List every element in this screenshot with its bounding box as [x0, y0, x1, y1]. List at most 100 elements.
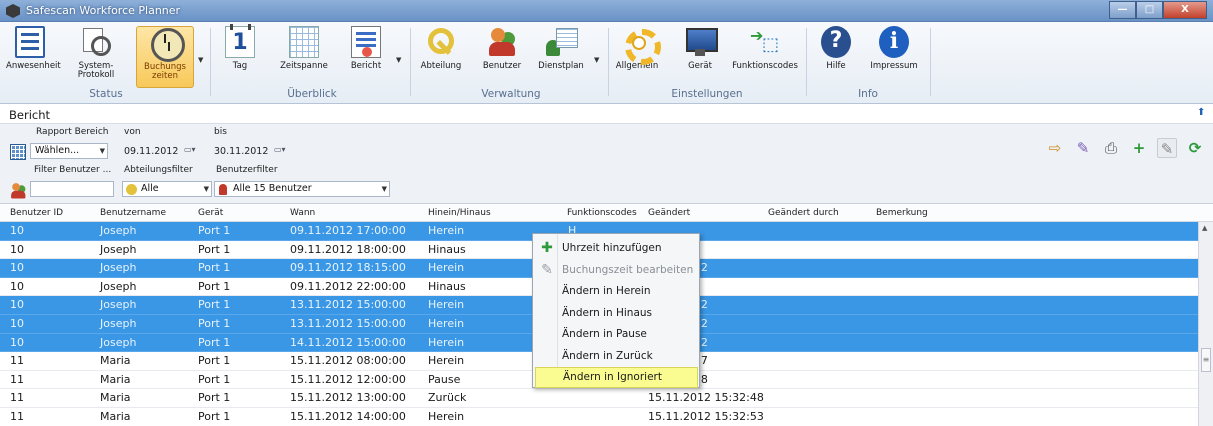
- vertical-scrollbar[interactable]: ▲ ≡: [1198, 222, 1213, 426]
- cell-when: 15.11.2012 13:00:00: [290, 391, 406, 405]
- filter-user-label: Filter Benutzer ...: [34, 165, 112, 175]
- ribbon-label: Buchungs zeiten: [144, 62, 186, 81]
- rapport-select[interactable]: Wählen... ▼: [30, 143, 108, 159]
- report-toolbar: ⇨ ✎ ⎙ + ✎ ⟳: [1045, 138, 1205, 158]
- group-label-info: Info: [858, 88, 878, 100]
- scroll-thumb[interactable]: ≡: [1201, 348, 1211, 372]
- rapport-label: Rapport Bereich: [36, 127, 109, 137]
- cell-device: Port 1: [198, 391, 231, 405]
- list-icon: [15, 26, 45, 58]
- bis-date-field[interactable]: 30.11.2012: [214, 146, 268, 157]
- cell-inout: Herein: [428, 335, 465, 349]
- ribbon-button-geraet[interactable]: Gerät: [680, 26, 720, 88]
- pdf-icon[interactable]: ✎: [1073, 138, 1093, 158]
- benutzer-select[interactable]: Alle 15 Benutzer ▼: [214, 181, 390, 197]
- bis-label: bis: [214, 127, 227, 137]
- dropdown-arrow-icon[interactable]: ▼: [396, 56, 401, 64]
- ribbon-label: Abteilung: [420, 61, 462, 71]
- context-menu-item[interactable]: ✎ Buchungszeit bearbeiten: [535, 260, 698, 281]
- ribbon-button-tag[interactable]: Tag: [220, 24, 260, 88]
- ribbon-button-buchungszeiten[interactable]: Buchungs zeiten: [136, 26, 194, 88]
- gear-icon: [622, 26, 661, 65]
- cell-device: Port 1: [198, 372, 231, 386]
- export-icon[interactable]: ⇨: [1045, 138, 1065, 158]
- ribbon-button-dienstplan[interactable]: Dienstplan: [536, 26, 586, 88]
- table-row[interactable]: 11 Maria Port 1 15.11.2012 13:00:00 Zurück 15…: [0, 389, 1198, 408]
- abteilung-select[interactable]: Alle ▼: [122, 181, 212, 197]
- codes-icon: [750, 26, 780, 58]
- column-header[interactable]: Hinein/Hinaus: [428, 208, 491, 218]
- ribbon-button-system-protokoll[interactable]: System- Protokoll: [72, 26, 120, 88]
- ribbon-label: Zeitspanne: [280, 61, 328, 71]
- collapse-icon[interactable]: ⬆: [1197, 108, 1209, 120]
- minimize-button[interactable]: —: [1109, 1, 1136, 19]
- cell-when: 13.11.2012 15:00:00: [290, 317, 406, 330]
- context-menu-item[interactable]: Ändern in Zurück: [535, 346, 698, 367]
- print-icon[interactable]: ⎙: [1101, 138, 1121, 158]
- edit-icon: ✎: [541, 261, 553, 278]
- rapport-value: Wählen...: [35, 145, 80, 156]
- ribbon-button-benutzer[interactable]: Benutzer: [480, 26, 524, 88]
- ribbon-button-anwesenheit[interactable]: Anwesenheit: [6, 26, 61, 88]
- column-header[interactable]: Funktionscodes: [567, 208, 637, 218]
- bis-date-picker-icon[interactable]: ▭▾: [274, 142, 290, 158]
- column-header[interactable]: Benutzername: [100, 208, 166, 218]
- cell-when: 09.11.2012 18:00:00: [290, 242, 406, 256]
- column-header[interactable]: Wann: [290, 208, 315, 218]
- cell-when: 15.11.2012 08:00:00: [290, 354, 406, 368]
- cell-device: Port 1: [198, 335, 231, 349]
- edit-icon[interactable]: ✎: [1157, 138, 1177, 158]
- close-button[interactable]: X: [1163, 1, 1207, 19]
- ribbon-button-impressum[interactable]: i Impressum: [866, 26, 922, 88]
- cell-changed: 15.11.2012 15:32:48: [648, 391, 764, 405]
- filter-user-input[interactable]: [30, 181, 114, 197]
- column-header[interactable]: Geändert durch: [768, 208, 839, 218]
- window-title: Safescan Workforce Planner: [26, 4, 181, 17]
- context-menu-label: Ändern in Ignoriert: [563, 371, 662, 383]
- ribbon-button-zeitspanne[interactable]: Zeitspanne: [276, 26, 332, 88]
- cell-id: 11: [10, 354, 24, 368]
- cell-id: 10: [10, 335, 24, 349]
- refresh-icon[interactable]: ⟳: [1185, 138, 1205, 158]
- von-date-field[interactable]: 09.11.2012: [124, 146, 178, 157]
- context-menu-item[interactable]: ✚ Uhrzeit hinzufügen: [535, 238, 698, 259]
- cell-device: Port 1: [198, 410, 231, 423]
- dropdown-arrow-icon[interactable]: ▼: [198, 56, 203, 64]
- cell-name: Joseph: [100, 242, 137, 256]
- cell-inout: Herein: [428, 261, 465, 275]
- benutzer-label: Benutzerfilter: [216, 165, 278, 175]
- von-label: von: [124, 127, 141, 137]
- context-menu-label: Ändern in Zurück: [562, 349, 653, 362]
- column-header[interactable]: Gerät: [198, 208, 223, 218]
- ribbon-button-bericht[interactable]: Bericht: [344, 26, 388, 88]
- ribbon-label: Funktionscodes: [732, 61, 798, 71]
- cell-id: 10: [10, 224, 24, 237]
- monitor-icon: [685, 26, 718, 58]
- column-header[interactable]: Geändert: [648, 208, 690, 218]
- ribbon: Anwesenheit System- Protokoll Buchungs z…: [0, 22, 1213, 104]
- shift-schedule-icon: [546, 26, 578, 58]
- column-header[interactable]: Benutzer ID: [10, 208, 63, 218]
- context-menu-item[interactable]: Ändern in Pause: [535, 324, 698, 345]
- context-menu-item[interactable]: Ändern in Herein: [535, 281, 698, 302]
- ribbon-label: Anwesenheit: [6, 61, 61, 71]
- ribbon-button-allgemein[interactable]: Allgemein: [614, 26, 661, 88]
- cell-name: Joseph: [100, 298, 137, 312]
- cell-inout: Zurück: [428, 391, 467, 405]
- column-header[interactable]: Bemerkung: [876, 208, 928, 218]
- cell-id: 10: [10, 242, 24, 256]
- cell-name: Joseph: [100, 317, 137, 330]
- scroll-up-icon[interactable]: ▲: [1202, 224, 1207, 232]
- abteilung-label: Abteilungsfilter: [124, 165, 193, 175]
- table-row[interactable]: 11 Maria Port 1 15.11.2012 14:00:00 Herein 15…: [0, 408, 1198, 426]
- dropdown-arrow-icon[interactable]: ▼: [594, 56, 599, 64]
- maximize-button[interactable]: □: [1136, 1, 1163, 19]
- context-menu-item[interactable]: Ändern in Ignoriert: [535, 367, 698, 388]
- ribbon-button-abteilung[interactable]: Abteilung: [418, 26, 464, 88]
- cell-device: Port 1: [198, 317, 231, 330]
- add-icon[interactable]: +: [1129, 138, 1149, 158]
- ribbon-button-hilfe[interactable]: ? Hilfe: [816, 26, 856, 88]
- von-date-picker-icon[interactable]: ▭▾: [184, 142, 200, 158]
- ribbon-button-funktionscodes[interactable]: Funktionscodes: [730, 26, 800, 88]
- context-menu-item[interactable]: Ändern in Hinaus: [535, 303, 698, 324]
